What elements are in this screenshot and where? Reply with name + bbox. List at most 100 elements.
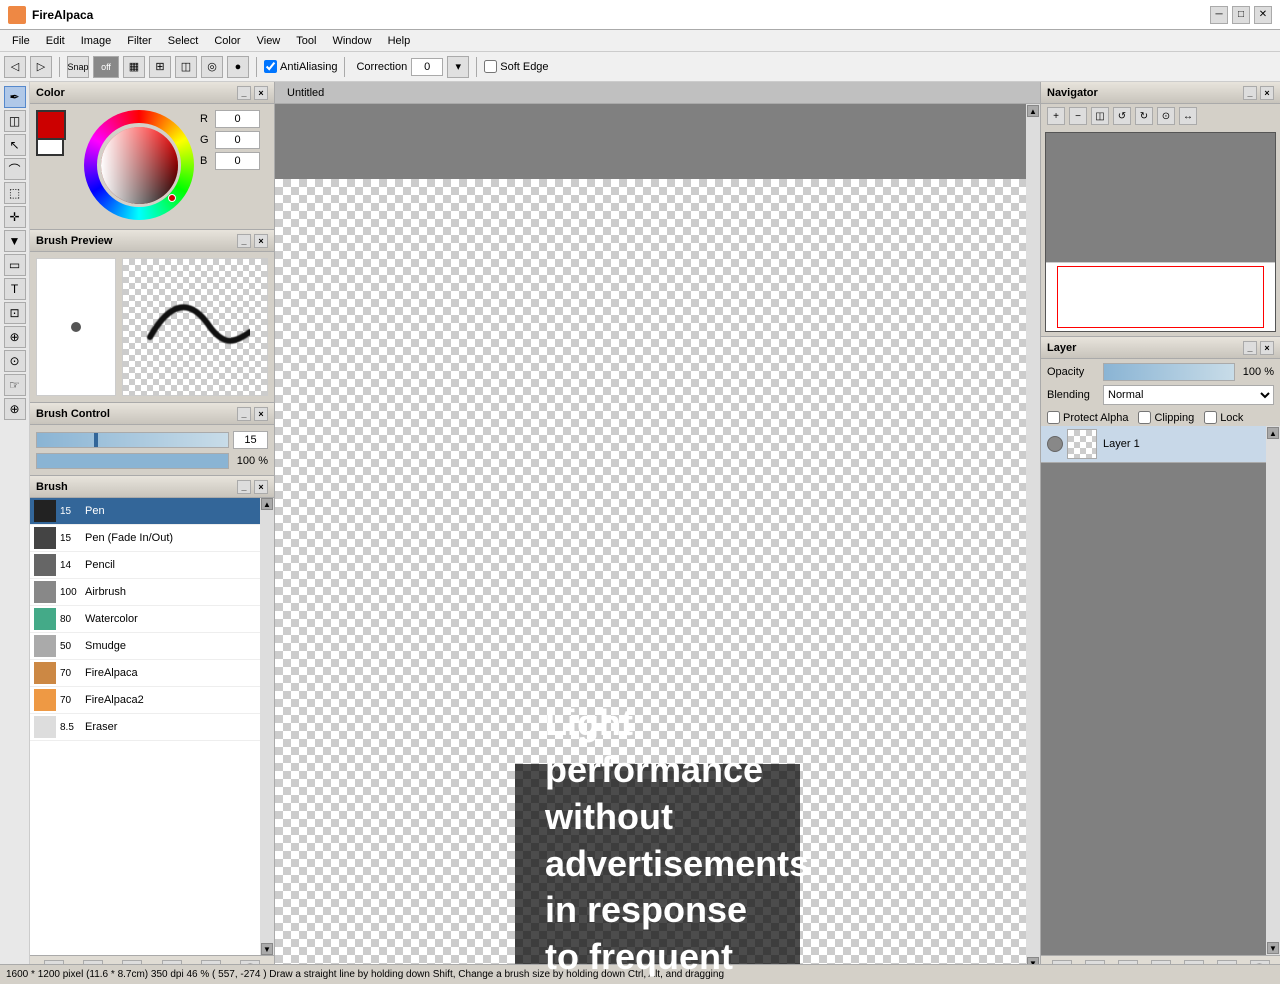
brush-thumb-watercolor xyxy=(34,608,56,630)
layer-props: Opacity 100 % Blending Normal Multiply S… xyxy=(1041,359,1280,409)
hatch1-button[interactable]: ▦ xyxy=(123,56,145,78)
redo-button[interactable]: ▷ xyxy=(30,56,52,78)
tool-pen[interactable]: ✒ xyxy=(4,86,26,108)
opacity-slider[interactable] xyxy=(1103,363,1235,381)
brush-item-smudge[interactable]: 50 Smudge xyxy=(30,633,260,660)
nav-zoom-fit[interactable]: ◫ xyxy=(1091,107,1109,125)
tool-text[interactable]: T xyxy=(4,278,26,300)
tool-color-picker[interactable]: ⊙ xyxy=(4,350,26,372)
snap-button[interactable]: Snap xyxy=(67,56,89,78)
layer-item-1[interactable]: Layer 1 xyxy=(1041,426,1266,463)
minimize-button[interactable]: ─ xyxy=(1210,6,1228,24)
brush-item-firealpaca[interactable]: 70 FireAlpaca xyxy=(30,660,260,687)
menu-color[interactable]: Color xyxy=(206,33,248,49)
brush-item-pencil[interactable]: 14 Pencil xyxy=(30,552,260,579)
layer-header: Layer _ × xyxy=(1041,337,1280,359)
brush-preview-header: Brush Preview _ × xyxy=(30,230,274,252)
menu-select[interactable]: Select xyxy=(160,33,207,49)
soft-edge-checkbox[interactable] xyxy=(484,60,497,73)
protect-alpha-checkbox[interactable] xyxy=(1047,411,1060,424)
g-input[interactable] xyxy=(215,131,260,149)
correction-dropdown[interactable]: ▾ xyxy=(447,56,469,78)
tool-lasso[interactable]: ⌒ xyxy=(4,158,26,180)
fg-color-swatch[interactable] xyxy=(36,110,66,140)
r-input[interactable] xyxy=(215,110,260,128)
lock-checkbox[interactable] xyxy=(1204,411,1217,424)
anti-aliasing-checkbox[interactable] xyxy=(264,60,277,73)
hatch2-button[interactable]: ⊞ xyxy=(149,56,171,78)
tool-select[interactable]: ↖ xyxy=(4,134,26,156)
navigator-viewport-rect xyxy=(1057,266,1263,328)
color-wheel-container[interactable] xyxy=(84,110,194,223)
vscroll-track[interactable] xyxy=(1026,118,1040,956)
symmetry-button[interactable]: ◎ xyxy=(201,56,223,78)
menu-filter[interactable]: Filter xyxy=(119,33,159,49)
undo-button[interactable]: ◁ xyxy=(4,56,26,78)
navigator-minimize[interactable]: _ xyxy=(1243,86,1257,100)
menu-help[interactable]: Help xyxy=(380,33,419,49)
brush-preview-close[interactable]: × xyxy=(254,234,268,248)
menu-view[interactable]: View xyxy=(249,33,289,49)
brush-item-watercolor[interactable]: 80 Watercolor xyxy=(30,606,260,633)
layer-scroll-up[interactable]: ▲ xyxy=(1267,427,1279,439)
tool-eraser[interactable]: ◫ xyxy=(4,110,26,132)
brush-size-firealpaca2: 70 xyxy=(60,695,85,706)
brush-item-pen[interactable]: 15 Pen xyxy=(30,498,260,525)
brush-scroll-up[interactable]: ▲ xyxy=(261,498,273,510)
tool-stamp[interactable]: ⊕ xyxy=(4,326,26,348)
layer-scroll-track[interactable] xyxy=(1266,440,1280,941)
color-panel-close[interactable]: × xyxy=(254,86,268,100)
layer-minimize[interactable]: _ xyxy=(1243,341,1257,355)
brush-control-minimize[interactable]: _ xyxy=(237,407,251,421)
layer-close[interactable]: × xyxy=(1260,341,1274,355)
menu-tool[interactable]: Tool xyxy=(288,33,324,49)
brush-thumb-eraser xyxy=(34,716,56,738)
nav-rotate-reset[interactable]: ⊙ xyxy=(1157,107,1175,125)
correction-input[interactable] xyxy=(411,58,443,76)
brush-item-eraser[interactable]: 8.5 Eraser xyxy=(30,714,260,741)
tool-crop[interactable]: ⊡ xyxy=(4,302,26,324)
menu-window[interactable]: Window xyxy=(324,33,379,49)
maximize-button[interactable]: □ xyxy=(1232,6,1250,24)
snap-off-button[interactable]: off xyxy=(93,56,119,78)
nav-rotate-left[interactable]: ↺ xyxy=(1113,107,1131,125)
brush-list-minimize[interactable]: _ xyxy=(237,480,251,494)
tool-fill[interactable]: ▼ xyxy=(4,230,26,252)
brush-preview-minimize[interactable]: _ xyxy=(237,234,251,248)
brush-control-close[interactable]: × xyxy=(254,407,268,421)
navigator-header: Navigator _ × xyxy=(1041,82,1280,104)
tool-hand[interactable]: ☞ xyxy=(4,374,26,396)
brush-item-firealpaca2[interactable]: 70 FireAlpaca2 xyxy=(30,687,260,714)
tool-shape-select[interactable]: ⬚ xyxy=(4,182,26,204)
brush-item-airbrush[interactable]: 100 Airbrush xyxy=(30,579,260,606)
brush-item-pen-fade[interactable]: 15 Pen (Fade In/Out) xyxy=(30,525,260,552)
nav-flip-h[interactable]: ↔ xyxy=(1179,107,1197,125)
vscroll-up[interactable]: ▲ xyxy=(1027,105,1039,117)
brush-name-eraser: Eraser xyxy=(85,721,117,733)
menu-file[interactable]: File xyxy=(4,33,38,49)
hatch3-button[interactable]: ◫ xyxy=(175,56,197,78)
nav-zoom-out[interactable]: − xyxy=(1069,107,1087,125)
brush-opacity-slider[interactable] xyxy=(36,453,229,469)
tool-gradient[interactable]: ▭ xyxy=(4,254,26,276)
tool-move[interactable]: ✛ xyxy=(4,206,26,228)
blending-select[interactable]: Normal Multiply Screen Overlay xyxy=(1103,385,1274,405)
navigator-content[interactable] xyxy=(1045,132,1276,332)
b-input[interactable] xyxy=(215,152,260,170)
brush-size-slider[interactable] xyxy=(36,432,229,448)
layer-vis-1[interactable] xyxy=(1047,436,1063,452)
dot-button[interactable]: ● xyxy=(227,56,249,78)
close-button[interactable]: ✕ xyxy=(1254,6,1272,24)
navigator-close[interactable]: × xyxy=(1260,86,1274,100)
brush-scroll-down[interactable]: ▼ xyxy=(261,943,273,955)
color-panel-minimize[interactable]: _ xyxy=(237,86,251,100)
brush-list-close[interactable]: × xyxy=(254,480,268,494)
tool-zoom[interactable]: ⊕ xyxy=(4,398,26,420)
menu-image[interactable]: Image xyxy=(73,33,120,49)
brush-size-input[interactable] xyxy=(233,431,268,449)
layer-scroll-down[interactable]: ▼ xyxy=(1267,942,1279,954)
clipping-checkbox[interactable] xyxy=(1138,411,1151,424)
menu-edit[interactable]: Edit xyxy=(38,33,73,49)
nav-rotate-right[interactable]: ↻ xyxy=(1135,107,1153,125)
nav-zoom-in[interactable]: + xyxy=(1047,107,1065,125)
